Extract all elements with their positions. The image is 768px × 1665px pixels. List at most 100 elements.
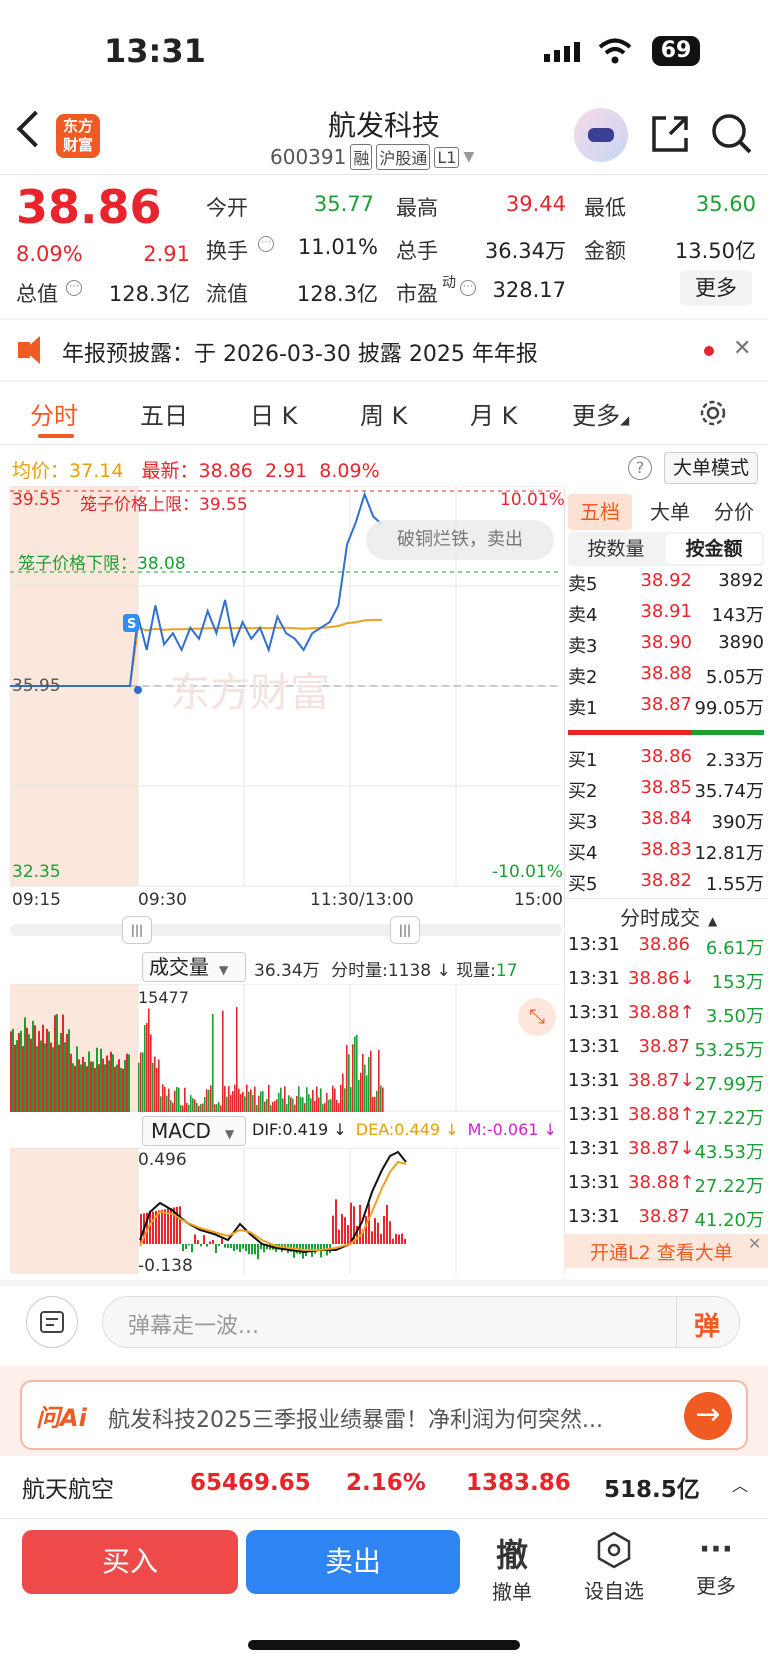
tab-monthly-k[interactable]: 月 K bbox=[470, 396, 517, 431]
volume-bar bbox=[166, 1095, 168, 1112]
subtab-by-amount[interactable]: 按金额 bbox=[666, 534, 762, 564]
arrow-right-icon[interactable]: → bbox=[684, 1392, 732, 1440]
volume-bar bbox=[36, 1046, 38, 1112]
stock-name: 航发科技 bbox=[327, 109, 440, 142]
range-handle-left[interactable]: ||| bbox=[122, 916, 152, 944]
volume-bar bbox=[64, 1042, 66, 1112]
macd-bar bbox=[164, 1209, 166, 1244]
subtab-by-count[interactable]: 按数量 bbox=[570, 534, 662, 564]
volume-bar bbox=[330, 1098, 332, 1112]
dots-icon: ··· bbox=[698, 1532, 734, 1567]
ask-row[interactable]: 卖2 38.88 5.05万 bbox=[568, 663, 764, 689]
volume-bar bbox=[92, 1061, 94, 1112]
volume-bar bbox=[60, 1033, 62, 1112]
volume-bar bbox=[316, 1086, 318, 1112]
settings-icon[interactable] bbox=[698, 398, 728, 428]
index-value: 65469.65 bbox=[190, 1470, 311, 1496]
volume-bar bbox=[32, 1020, 34, 1112]
volume-bar bbox=[300, 1097, 302, 1112]
danmu-list-icon[interactable] bbox=[26, 1296, 78, 1348]
bid-row[interactable]: 买3 38.84 390万 bbox=[568, 808, 764, 834]
close-icon[interactable]: ✕ bbox=[733, 336, 751, 361]
big-order-mode-button[interactable]: 大单模式 bbox=[664, 452, 758, 484]
volume-bar bbox=[188, 1104, 190, 1112]
add-watchlist-button[interactable]: 设自选 bbox=[574, 1530, 654, 1604]
volume-bar bbox=[306, 1087, 308, 1112]
volume-indicator-select[interactable]: 成交量 ▼ bbox=[142, 952, 246, 982]
volume-bar bbox=[122, 1068, 124, 1112]
tick-row: 13:31 38.88↑ 27.22万 bbox=[568, 1104, 764, 1129]
volume-bar bbox=[80, 1064, 82, 1112]
ask-row[interactable]: 卖4 38.91 143万 bbox=[568, 601, 764, 627]
volume-bar bbox=[368, 1057, 370, 1112]
volume-bar bbox=[140, 1052, 142, 1112]
volume-bar bbox=[164, 1086, 166, 1112]
more-quote-button[interactable]: 更多 bbox=[680, 270, 752, 306]
bid-row[interactable]: 买1 38.86 2.33万 bbox=[568, 746, 764, 772]
open-label: 今开 bbox=[206, 196, 248, 220]
macd-bar bbox=[182, 1244, 184, 1251]
tab-price-dist[interactable]: 分价 bbox=[704, 494, 764, 530]
volume-bar bbox=[248, 1091, 250, 1112]
tab-more[interactable]: 更多◢ bbox=[572, 396, 629, 431]
bid-row[interactable]: 买2 38.85 35.74万 bbox=[568, 777, 764, 803]
volume-bar bbox=[238, 1088, 240, 1112]
volume-bar bbox=[160, 1096, 162, 1112]
tab-five-day[interactable]: 五日 bbox=[140, 396, 188, 431]
x-label-1500: 15:00 bbox=[514, 890, 563, 910]
bid-strength-bar bbox=[692, 730, 764, 735]
macd-bar bbox=[227, 1244, 229, 1249]
info-icon[interactable]: ⋯ bbox=[66, 280, 82, 296]
info-icon[interactable]: ⋯ bbox=[258, 236, 274, 252]
danmu-send-button[interactable]: 弹 bbox=[694, 1306, 720, 1343]
more-actions-button[interactable]: ··· 更多 bbox=[676, 1530, 756, 1599]
macd-bar bbox=[185, 1244, 187, 1250]
tab-big-orders[interactable]: 大单 bbox=[640, 494, 700, 530]
bid-row[interactable]: 买4 38.83 12.81万 bbox=[568, 839, 764, 865]
sell-button[interactable]: 卖出 bbox=[246, 1530, 460, 1594]
ai-question-text[interactable]: 航发科技2025三季报业绩暴雷！净利润为何突然... bbox=[108, 1402, 668, 1434]
help-icon[interactable]: ? bbox=[628, 456, 652, 480]
range-handle-right[interactable]: ||| bbox=[390, 916, 420, 944]
volume-bar bbox=[266, 1099, 268, 1112]
cancel-order-button[interactable]: 撤 撤单 bbox=[472, 1530, 552, 1605]
stock-code-row[interactable]: 600391 融 沪股通 L1 ▼ bbox=[270, 144, 474, 170]
open-point bbox=[134, 686, 142, 694]
notice-text[interactable]: 年报预披露：于 2026-03-30 披露 2025 年年报 bbox=[62, 336, 538, 368]
macd-bar bbox=[215, 1244, 217, 1253]
l2-text[interactable]: 开通L2 查看大单 bbox=[590, 1238, 733, 1265]
info-icon[interactable]: ⋯ bbox=[460, 280, 476, 296]
buy-button[interactable]: 买入 bbox=[22, 1530, 238, 1594]
macd-bar bbox=[332, 1215, 334, 1244]
bid-row[interactable]: 买5 38.82 1.55万 bbox=[568, 870, 764, 896]
share-icon[interactable] bbox=[650, 114, 690, 154]
macd-bar bbox=[194, 1234, 196, 1244]
ask-row[interactable]: 卖1 38.87 99.05万 bbox=[568, 694, 764, 720]
chevron-up-icon[interactable]: ︿ bbox=[732, 1472, 748, 1496]
volume-bar bbox=[294, 1104, 296, 1112]
tab-weekly-k[interactable]: 周 K bbox=[360, 396, 407, 431]
volume-bar bbox=[254, 1086, 256, 1112]
pct-top-label: 10.01% bbox=[500, 490, 565, 510]
volume-bar bbox=[190, 1095, 192, 1112]
high-label: 最高 bbox=[396, 196, 438, 220]
macd-indicator-select[interactable]: MACD ▼ bbox=[142, 1116, 246, 1146]
close-icon[interactable]: ✕ bbox=[748, 1234, 761, 1253]
volume-bar bbox=[308, 1094, 310, 1112]
back-icon[interactable] bbox=[16, 110, 54, 148]
macd-info: DIF:0.419 ↓ DEA:0.449 ↓ M:-0.061 ↓ bbox=[252, 1120, 557, 1139]
ask-row[interactable]: 卖3 38.90 3890 bbox=[568, 632, 764, 658]
tab-level5[interactable]: 五档 bbox=[568, 494, 632, 530]
tab-daily-k[interactable]: 日 K bbox=[250, 396, 297, 431]
expand-icon[interactable]: ⤡ bbox=[518, 998, 556, 1036]
volume-bar bbox=[84, 1062, 86, 1112]
volume-bar bbox=[252, 1094, 254, 1112]
danmu-bubble: 破铜烂铁，卖出 bbox=[366, 520, 554, 560]
y-bottom-label: 32.35 bbox=[12, 862, 61, 882]
turnover-label: 换手 bbox=[206, 239, 248, 263]
tab-intraday[interactable]: 分时 bbox=[30, 396, 78, 431]
ticks-title[interactable]: 分时成交 ▲ bbox=[620, 902, 717, 931]
ask-row[interactable]: 卖5 38.92 3892 bbox=[568, 570, 764, 596]
search-icon[interactable] bbox=[710, 112, 754, 156]
tick-row: 13:31 38.86 6.61万 bbox=[568, 934, 764, 959]
